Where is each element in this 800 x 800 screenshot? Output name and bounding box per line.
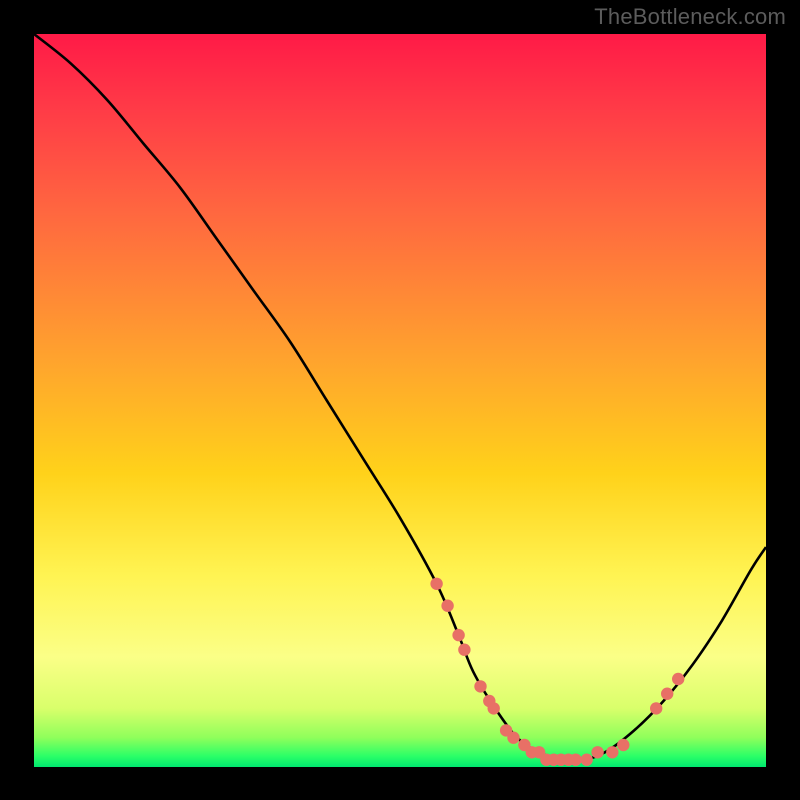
curve-svg — [34, 34, 766, 767]
curve-marker — [441, 600, 453, 612]
curve-marker — [672, 673, 684, 685]
curve-marker — [570, 754, 582, 766]
curve-marker — [650, 702, 662, 714]
curve-marker — [474, 680, 486, 692]
curve-marker — [488, 702, 500, 714]
curve-marker — [661, 688, 673, 700]
curve-marker — [507, 732, 519, 744]
plot-area — [34, 34, 766, 767]
curve-marker — [591, 746, 603, 758]
attribution-text: TheBottleneck.com — [594, 4, 786, 30]
curve-marker — [430, 578, 442, 590]
curve-marker — [458, 644, 470, 656]
chart-frame: TheBottleneck.com — [0, 0, 800, 800]
curve-markers — [430, 578, 684, 766]
curve-marker — [606, 746, 618, 758]
bottleneck-curve — [34, 34, 766, 761]
curve-marker — [452, 629, 464, 641]
curve-marker — [617, 739, 629, 751]
curve-marker — [581, 754, 593, 766]
